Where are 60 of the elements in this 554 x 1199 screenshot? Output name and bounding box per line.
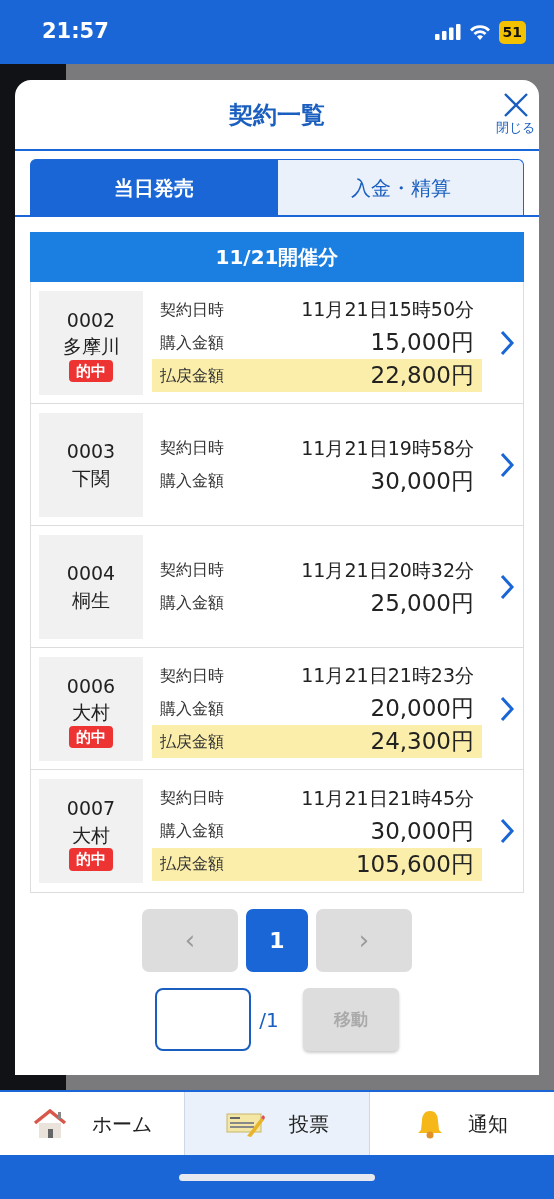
contract-number: 0002 [66,307,116,333]
field-value: 11月21日21時23分 [301,663,474,689]
close-button[interactable]: 閉じる [496,92,535,138]
field-value: 25,000円 [370,588,474,618]
hit-badge: 的中 [69,848,113,871]
chevron-right-icon [499,695,515,722]
chevron-right-icon [499,818,515,844]
nav-tab[interactable]: 投票 [184,1092,370,1155]
field-label: 購入金額 [160,331,224,354]
signal-icon [434,24,461,40]
bell-icon [416,1108,444,1139]
page-button[interactable]: 1 [246,909,308,972]
status-time: 21:57 [42,18,109,46]
page-input[interactable] [155,988,252,1051]
field-label: 購入金額 [160,592,224,614]
field-value: 20,000円 [370,694,474,724]
field-label: 購入金額 [160,470,224,492]
field-value: 11月21日21時45分 [301,785,474,811]
field-label: 払戻金額 [160,364,224,387]
venue-name: 多摩川 [62,334,120,360]
chevron-right-icon [499,329,515,356]
close-icon [502,92,529,118]
chevron-right-icon [499,451,515,478]
page-total: /1 [259,1006,279,1034]
contract-number: 0004 [66,560,116,586]
field-value: 24,300円 [370,727,474,757]
venue-name: 桐生 [72,587,110,613]
field-value: 30,000円 [370,466,474,496]
tab[interactable]: 入金・精算 [277,159,524,215]
contract-number: 0006 [66,673,116,699]
field-value: 11月21日19時58分 [301,435,474,461]
modal-title: 契約一覧 [229,99,325,131]
venue-name: 下関 [72,465,110,491]
field-label: 契約日時 [160,664,224,687]
field-label: 購入金額 [160,820,224,842]
field-label: 契約日時 [160,298,224,321]
tab[interactable]: 当日発売 [30,159,277,215]
field-value: 11月21日20時32分 [301,557,474,583]
hit-badge: 的中 [69,725,113,749]
battery-level: 51 [498,20,526,44]
venue-name: 大村 [72,700,110,726]
hit-badge: 的中 [69,359,113,383]
field-value: 105,600円 [355,849,474,879]
field-label: 購入金額 [160,697,224,720]
date-header: 11/21開催分 [30,232,524,282]
wifi-icon [468,24,491,40]
field-label: 契約日時 [160,787,224,809]
field-value: 22,800円 [370,361,474,391]
contract-number: 0003 [66,438,116,464]
venue-name: 大村 [72,822,110,848]
field-value: 11月21日15時50分 [301,297,474,323]
contract-number: 0007 [66,796,116,822]
field-value: 30,000円 [370,816,474,846]
chevron-right-icon [499,573,515,600]
field-label: 払戻金額 [160,853,224,875]
field-label: 契約日時 [160,437,224,459]
field-label: 契約日時 [160,559,224,581]
field-value: 15,000円 [370,328,474,358]
field-label: 払戻金額 [160,730,224,753]
house-icon [32,1108,68,1139]
